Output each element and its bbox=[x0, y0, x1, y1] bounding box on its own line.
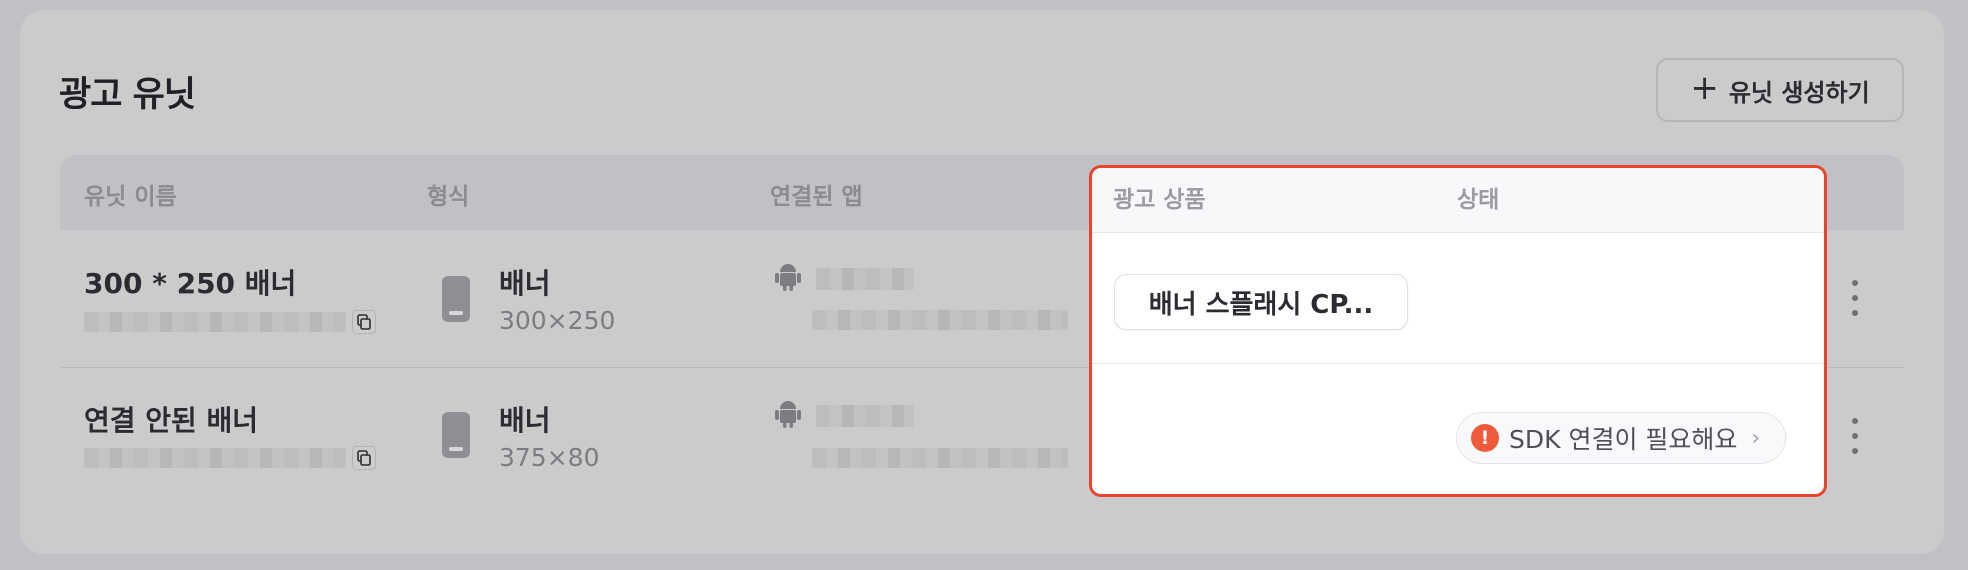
column-header-status: 상태 bbox=[1457, 187, 1500, 213]
unit-id-redacted bbox=[84, 312, 346, 332]
phone-icon bbox=[442, 412, 470, 458]
create-unit-button[interactable]: + 유닛 생성하기 bbox=[1656, 58, 1904, 122]
column-header-app: 연결된 앱 bbox=[770, 184, 863, 210]
page-title: 광고 유닛 bbox=[59, 75, 196, 115]
android-icon bbox=[775, 264, 801, 291]
plus-icon: + bbox=[1690, 68, 1719, 108]
status-text: SDK 연결이 필요해요 bbox=[1509, 425, 1738, 454]
copy-icon[interactable] bbox=[352, 446, 376, 470]
highlight-header: 광고 상품 상태 bbox=[1092, 168, 1824, 233]
column-header-name: 유닛 이름 bbox=[84, 184, 177, 210]
android-icon bbox=[775, 401, 801, 428]
format-label: 배너 bbox=[499, 267, 551, 300]
app-name-redacted bbox=[816, 268, 914, 290]
more-vertical-icon[interactable] bbox=[1851, 280, 1859, 316]
unit-name: 300 * 250 배너 bbox=[84, 267, 297, 300]
ad-product-chip[interactable]: 배너 스플래시 CP... bbox=[1114, 274, 1408, 330]
unit-id-redacted bbox=[84, 448, 346, 468]
warning-icon: ! bbox=[1471, 424, 1499, 452]
chevron-right-icon: › bbox=[1751, 425, 1761, 451]
highlighted-product-status-region: 광고 상품 상태 배너 스플래시 CP... ! SDK 연결이 필요해요 › bbox=[1089, 165, 1827, 497]
column-header-product: 광고 상품 bbox=[1113, 187, 1206, 213]
app-id-redacted bbox=[812, 310, 1068, 330]
format-label: 배너 bbox=[499, 404, 551, 437]
app-name-redacted bbox=[816, 405, 914, 427]
column-header-format: 형식 bbox=[427, 184, 470, 210]
highlight-body: 배너 스플래시 CP... ! SDK 연결이 필요해요 › bbox=[1092, 233, 1824, 494]
format-size: 300×250 bbox=[499, 306, 616, 335]
format-size: 375×80 bbox=[499, 443, 600, 472]
create-unit-label: 유닛 생성하기 bbox=[1728, 78, 1870, 107]
phone-icon bbox=[442, 276, 470, 322]
sdk-status-chip[interactable]: ! SDK 연결이 필요해요 › bbox=[1456, 412, 1786, 464]
unit-name: 연결 안된 배너 bbox=[84, 404, 259, 437]
copy-icon[interactable] bbox=[352, 310, 376, 334]
more-vertical-icon[interactable] bbox=[1851, 418, 1859, 454]
app-id-redacted bbox=[812, 448, 1068, 468]
